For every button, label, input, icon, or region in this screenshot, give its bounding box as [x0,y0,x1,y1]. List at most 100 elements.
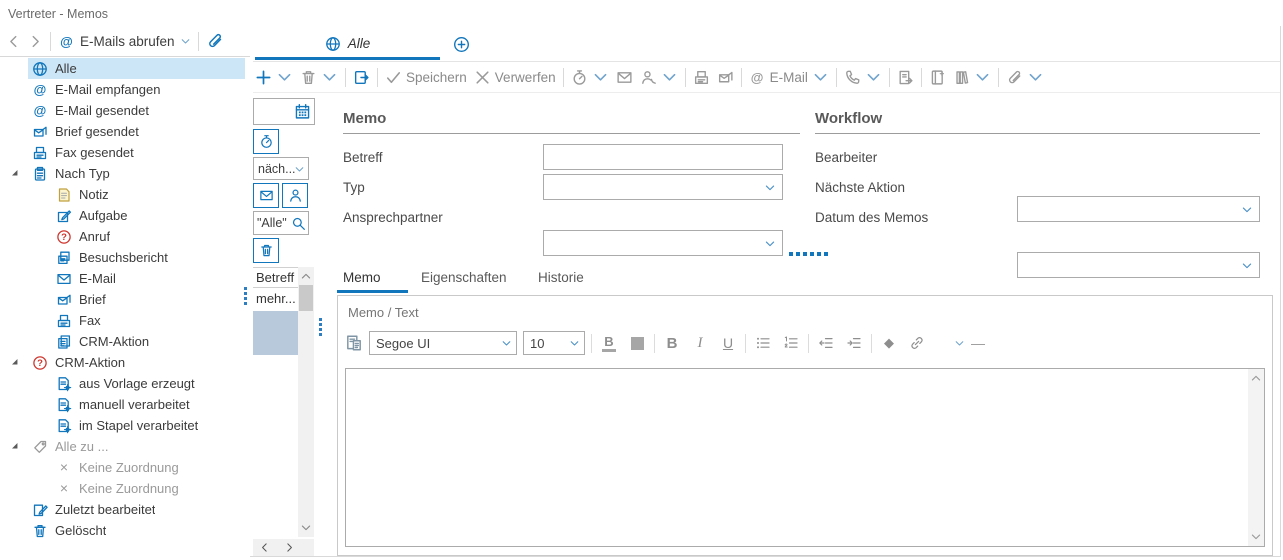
bold-button[interactable]: B [661,331,683,355]
sidebar-item-brief-gesendet[interactable]: Brief gesendet [28,121,245,142]
tab-historie[interactable]: Historie [538,270,584,285]
expander-icon[interactable] [8,439,22,453]
betreff-input[interactable] [543,144,783,170]
symbol-button[interactable]: ◆ [878,331,900,355]
fax-button[interactable] [693,69,710,86]
search-icon[interactable] [291,216,306,231]
forward-icon[interactable] [28,34,43,49]
scroll-down-icon[interactable] [300,522,312,534]
report-export-button[interactable] [897,69,914,86]
collapse-toolbar-handle[interactable]: — [971,335,985,351]
sidebar-item-label: Besuchsbericht [79,250,168,265]
separator [836,68,837,87]
phone-button[interactable] [844,69,882,86]
vertical-scrollbar[interactable] [298,267,314,537]
sidebar-item-alle[interactable]: Alle [28,58,245,79]
mail-filter-button[interactable] [253,183,279,208]
sidebar-item-crm-aktion[interactable]: CRM-Aktion [28,331,245,352]
expander-icon[interactable] [8,355,22,369]
list-item[interactable]: mehr... [253,289,298,310]
sidebar-item-alle-zu[interactable]: Alle zu ... [28,436,245,457]
sidebar-item-geloscht[interactable]: Gelöscht [28,520,245,541]
delete-button[interactable] [300,69,338,86]
send-mail-button[interactable] [616,69,633,86]
search-input[interactable]: "Alle" [253,211,309,235]
highlight-color-button[interactable] [626,331,648,355]
contact-filter-button[interactable] [282,183,308,208]
memo-text-area[interactable] [345,368,1265,547]
scroll-up-icon[interactable] [1250,372,1262,384]
naechste-aktion-dropdown[interactable] [1017,252,1260,278]
indent-button[interactable] [843,331,865,355]
tab-alle[interactable]: Alle [255,30,440,60]
chevron-down-icon[interactable] [954,338,965,349]
horizontal-scrollbar[interactable] [253,539,314,556]
tab-memo[interactable]: Memo [343,270,381,285]
calendar-icon[interactable] [294,103,311,120]
next-action-dropdown[interactable]: näch... [253,157,309,180]
new-record-button[interactable] [255,69,293,86]
reminder-filter-button[interactable] [253,129,279,154]
bullet-list-button[interactable] [752,331,774,355]
sidebar-item-im-stapel-verarbeitet[interactable]: im Stapel verarbeitet [28,415,245,436]
numbered-list-button[interactable] [780,331,802,355]
address-add-button[interactable] [929,69,946,86]
discard-button[interactable]: Verwerfen [474,69,556,86]
scrollbar-thumb[interactable] [299,285,313,311]
tab-eigenschaften[interactable]: Eigenschaften [421,270,507,285]
call-contact-button[interactable] [640,69,678,86]
fetch-mail-button[interactable]: @ E-Mails abrufen [58,33,191,50]
sidebar-item-fax-gesendet[interactable]: Fax gesendet [28,142,245,163]
sidebar-item-manuell-verarbeitet[interactable]: manuell verarbeitet [28,394,245,415]
paperclip-icon[interactable] [206,32,224,50]
expander-icon[interactable] [8,166,22,180]
sidebar-item-notiz[interactable]: Notiz [28,184,245,205]
vertical-scrollbar[interactable] [1248,369,1264,546]
sidebar-item-aus-vorlage-erzeugt[interactable]: aus Vorlage erzeugt [28,373,245,394]
splitter-handle[interactable] [789,252,828,256]
sidebar-item-nach-typ[interactable]: Nach Typ [28,163,245,184]
scroll-right-icon[interactable] [284,542,295,553]
scroll-up-icon[interactable] [300,270,312,282]
sidebar-item-anruf[interactable]: ?Anruf [28,226,245,247]
sidebar-item-e-mail-empfangen[interactable]: @E-Mail empfangen [28,79,245,100]
address-book-button[interactable] [953,69,991,86]
underline-button[interactable]: U [717,331,739,355]
splitter-handle[interactable] [244,287,247,305]
list-item-selected[interactable] [253,311,298,355]
sidebar-item-aufgabe[interactable]: Aufgabe [28,205,245,226]
italic-button[interactable]: I [689,331,711,355]
email-button[interactable]: @ E-Mail [749,69,829,86]
save-button[interactable]: Speichern [385,69,467,86]
link-button[interactable] [906,331,928,355]
date-filter-field[interactable] [253,98,315,125]
column-header-betreff[interactable]: Betreff [253,267,298,288]
sidebar-item-fax[interactable]: Fax [28,310,245,331]
scroll-down-icon[interactable] [1250,531,1262,543]
sidebar-item-e-mail-gesendet[interactable]: @E-Mail gesendet [28,100,245,121]
attachment-button[interactable] [1006,69,1044,86]
font-color-button[interactable]: B [598,331,620,355]
sidebar-item-besuchsbericht[interactable]: Besuchsbericht [28,247,245,268]
font-family-select[interactable]: Segoe UI [369,331,517,355]
sidebar-item-crm-aktion[interactable]: ?CRM-Aktion [28,352,245,373]
ansprechpartner-dropdown[interactable] [543,230,783,256]
sidebar-item-zuletzt-bearbeitet[interactable]: Zuletzt bearbeitet [28,499,245,520]
new-tab-button[interactable] [453,36,470,53]
sidebar-item-keine-zuordnung[interactable]: ×Keine Zuordnung [28,478,245,499]
letter-button[interactable] [717,69,734,86]
text-module-icon[interactable] [345,334,363,352]
typ-dropdown[interactable] [543,174,783,200]
outdent-button[interactable] [815,331,837,355]
reminder-button[interactable] [571,69,609,86]
sidebar-item-brief[interactable]: Brief [28,289,245,310]
sidebar-item-e-mail[interactable]: E-Mail [28,268,245,289]
trash-filter-button[interactable] [253,238,279,263]
transfer-button[interactable] [353,69,370,86]
back-icon[interactable] [6,34,21,49]
sidebar-item-keine-zuordnung[interactable]: ×Keine Zuordnung [28,457,245,478]
bearbeiter-dropdown[interactable] [1017,196,1260,222]
splitter-handle[interactable] [319,318,322,336]
scroll-left-icon[interactable] [259,542,270,553]
font-size-select[interactable]: 10 [523,331,585,355]
